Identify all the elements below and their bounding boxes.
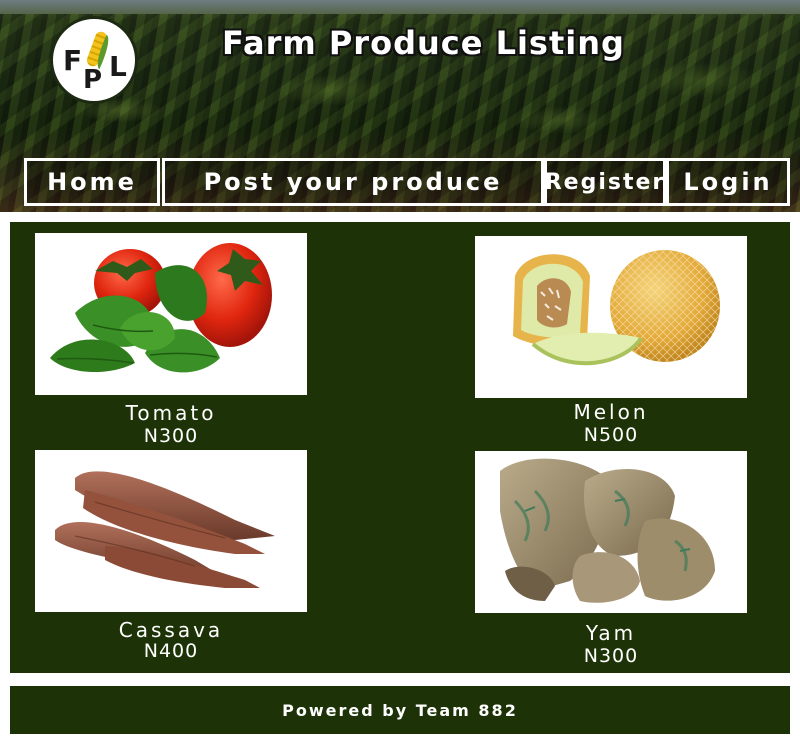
- product-name: Yam: [585, 621, 637, 645]
- nav-login-link[interactable]: Login: [666, 158, 790, 206]
- site-title: Farm Produce Listing: [222, 24, 625, 62]
- product-card-yam[interactable]: Yam N300: [475, 451, 747, 667]
- product-grid: Tomato N300 Melon N500 Cassava N400 Yam …: [10, 222, 790, 673]
- product-price: N400: [143, 640, 199, 662]
- footer-text: Powered by Team 882: [282, 700, 518, 720]
- nav-home-link[interactable]: Home: [24, 158, 160, 206]
- melon-image[interactable]: [475, 236, 747, 398]
- cassava-image[interactable]: [35, 450, 307, 612]
- product-card-tomato[interactable]: Tomato N300: [35, 233, 307, 447]
- footer: Powered by Team 882: [10, 686, 790, 734]
- tomato-image[interactable]: [35, 233, 307, 395]
- product-price: N500: [583, 424, 639, 446]
- product-name: Cassava: [118, 618, 224, 642]
- product-name: Melon: [573, 400, 649, 424]
- header-sky: [0, 0, 800, 14]
- product-card-melon[interactable]: Melon N500: [475, 236, 747, 448]
- yam-image[interactable]: [475, 451, 747, 613]
- product-card-cassava[interactable]: Cassava N400: [35, 450, 307, 662]
- header-banner: F P L Farm Produce Listing Home Post you…: [0, 0, 800, 212]
- site-logo[interactable]: F P L: [50, 16, 138, 104]
- main-nav: Home Post your produce Register Login: [24, 158, 790, 206]
- product-price: N300: [143, 425, 199, 447]
- logo-letter-p: P: [83, 65, 103, 95]
- product-price: N300: [583, 645, 639, 667]
- nav-post-produce-link[interactable]: Post your produce: [162, 158, 544, 206]
- nav-register-link[interactable]: Register: [544, 158, 666, 206]
- product-name: Tomato: [125, 401, 217, 425]
- logo-letter-l: L: [109, 50, 127, 83]
- logo-letter-f: F: [63, 44, 83, 77]
